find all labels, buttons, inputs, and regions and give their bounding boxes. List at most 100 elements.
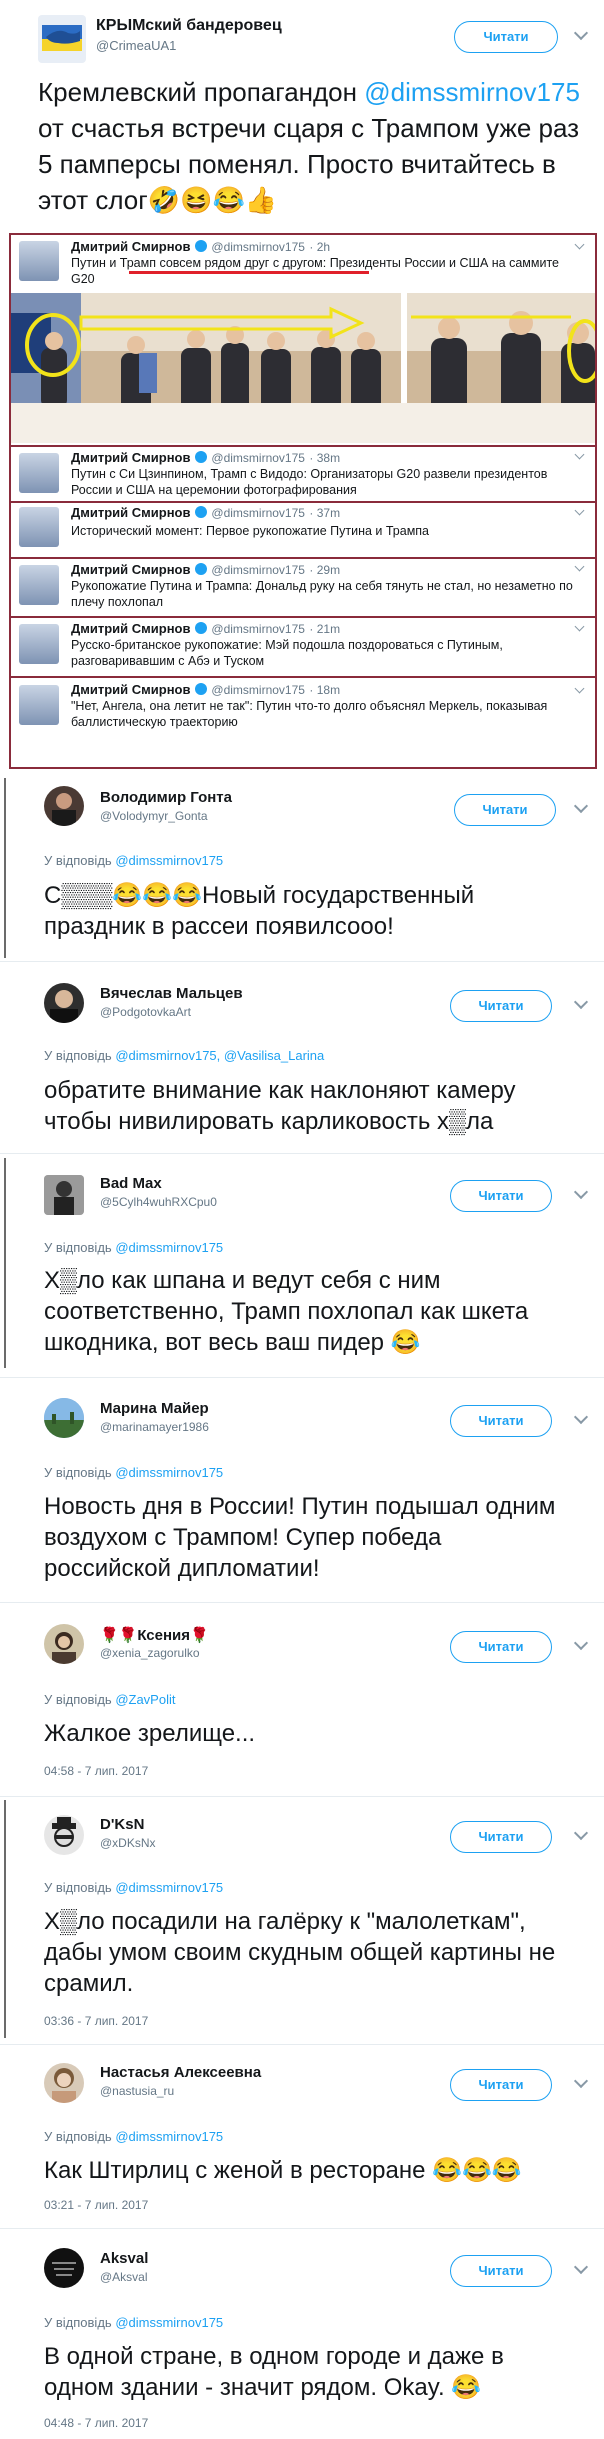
chevron-down-icon bbox=[574, 239, 585, 250]
verified-icon bbox=[194, 451, 207, 463]
follow-button[interactable]: Читати bbox=[454, 794, 556, 826]
reply-text: С▒▒▒😂😂😂Новый государственный праздник в … bbox=[44, 880, 564, 942]
author-handle: @dimsmirnov175 bbox=[211, 683, 305, 697]
embedded-tweet-text: "Нет, Ангела, она летит не так": Путин ч… bbox=[71, 699, 548, 729]
reply-text: В одной стране, в одном городе и даже в … bbox=[44, 2343, 504, 2401]
chevron-down-icon bbox=[574, 505, 585, 516]
follow-button[interactable]: Читати bbox=[450, 1180, 552, 1212]
divider bbox=[11, 616, 595, 618]
divider bbox=[0, 1602, 604, 1603]
verified-icon bbox=[194, 563, 207, 575]
author-handle[interactable]: @5Cylh4wuhRXCpu0 bbox=[100, 1195, 217, 1209]
author-name[interactable]: Вячеслав Мальцев bbox=[100, 985, 243, 1002]
reply-prefix: У відповідь bbox=[44, 853, 112, 868]
follow-button[interactable]: Читати bbox=[450, 990, 552, 1022]
follow-button[interactable]: Читати bbox=[450, 1405, 552, 1437]
tweet-text-part: от счастья встречи сцаря с Трампом уже р… bbox=[38, 113, 580, 215]
avatar[interactable] bbox=[44, 786, 84, 826]
author-handle[interactable]: @Volodymyr_Gonta bbox=[100, 809, 208, 823]
reply-context: У відповідь @dimsmirnov175, @Vasilisa_La… bbox=[44, 1048, 324, 1063]
author-name[interactable]: Bad Max bbox=[100, 1175, 162, 1192]
avatar bbox=[19, 507, 59, 547]
reply-text-body: С▒▒▒😂😂😂Новый государственный праздник в … bbox=[44, 882, 475, 940]
avatar[interactable] bbox=[38, 15, 86, 63]
timestamp: · 29m bbox=[309, 563, 341, 577]
avatar[interactable] bbox=[44, 1398, 84, 1438]
chevron-down-icon[interactable] bbox=[573, 1409, 589, 1425]
reply-prefix: У відповідь bbox=[44, 1240, 112, 1255]
chevron-down-icon[interactable] bbox=[573, 994, 589, 1010]
reply-mention-link[interactable]: @dimssmirnov175 bbox=[115, 853, 223, 868]
author-handle[interactable]: @Aksval bbox=[100, 2270, 148, 2284]
author-handle[interactable]: @CrimeaUA1 bbox=[96, 38, 176, 53]
embedded-screenshot: Дмитрий Смирнов @dimsmirnov175 · 2h Пути… bbox=[9, 233, 597, 769]
chevron-down-icon[interactable] bbox=[573, 2073, 589, 2089]
reply-mention-link[interactable]: @dimssmirnov175 bbox=[115, 2129, 223, 2144]
author-name: Дмитрий Смирнов bbox=[71, 682, 191, 697]
reply-mention-link[interactable]: @dimssmirnov175 bbox=[115, 1880, 223, 1895]
chevron-down-icon bbox=[574, 683, 585, 694]
reply-mention-link[interactable]: @ZavPolit bbox=[115, 1692, 175, 1707]
author-handle[interactable]: @marinamayer1986 bbox=[100, 1420, 209, 1434]
embedded-tweet-header: Дмитрий Смирнов @dimsmirnov175 · 2h bbox=[71, 238, 330, 256]
author-handle: @dimsmirnov175 bbox=[211, 622, 305, 636]
reply-mention-link[interactable]: @dimssmirnov175 bbox=[115, 1465, 223, 1480]
timestamp[interactable]: 04:48 - 7 лип. 2017 bbox=[44, 2416, 148, 2430]
author-name[interactable]: Марина Майер bbox=[100, 1400, 209, 1417]
red-underline bbox=[129, 271, 369, 274]
follow-button[interactable]: Читати bbox=[454, 21, 558, 53]
embedded-tweet-text: Рукопожатие Путина и Трампа: Дональд рук… bbox=[71, 579, 573, 609]
author-name[interactable]: 🌹🌹Ксения🌹 bbox=[100, 1626, 209, 1644]
author-name[interactable]: D'KsN bbox=[100, 1816, 144, 1833]
follow-button[interactable]: Читати bbox=[450, 2255, 552, 2287]
avatar bbox=[19, 241, 59, 281]
reply-context: У відповідь @ZavPolit bbox=[44, 1692, 175, 1707]
chevron-down-icon[interactable] bbox=[573, 1635, 589, 1651]
avatar[interactable] bbox=[44, 2063, 84, 2103]
author-name[interactable]: Aksval bbox=[100, 2250, 148, 2267]
chevron-down-icon[interactable] bbox=[573, 1184, 589, 1200]
author-handle[interactable]: @xDKsNx bbox=[100, 1836, 156, 1850]
author-name[interactable]: Володимир Гонта bbox=[100, 789, 232, 806]
author-name[interactable]: Настасья Алексеевна bbox=[100, 2064, 261, 2081]
timestamp[interactable]: 03:36 - 7 лип. 2017 bbox=[44, 2014, 148, 2028]
reply-text: Х▒ло как шпана и ведут себя с ним соотве… bbox=[44, 1267, 529, 1356]
timestamp[interactable]: 04:58 - 7 лип. 2017 bbox=[44, 1764, 148, 1778]
author-name[interactable]: КРЫМский бандеровец bbox=[96, 17, 282, 35]
divider bbox=[11, 445, 595, 447]
avatar[interactable] bbox=[44, 983, 84, 1023]
chevron-down-icon bbox=[574, 449, 585, 460]
reply-mention-link[interactable]: @dimssmirnov175 bbox=[115, 1240, 223, 1255]
author-handle: @dimsmirnov175 bbox=[211, 563, 305, 577]
author-handle[interactable]: @xenia_zagorulko bbox=[100, 1646, 200, 1660]
avatar[interactable] bbox=[44, 1624, 84, 1664]
avatar bbox=[19, 565, 59, 605]
embedded-tweet-header: Дмитрий Смирнов @dimsmirnov175 · 21m bbox=[71, 620, 340, 638]
avatar-image bbox=[50, 990, 78, 1023]
reply-mention-link[interactable]: @dimssmirnov175 bbox=[115, 2315, 223, 2330]
author-name: Дмитрий Смирнов bbox=[71, 450, 191, 465]
verified-icon bbox=[194, 622, 207, 634]
reply-text: Х▒ло посадили на галёрку к "малолеткам",… bbox=[44, 1908, 556, 1997]
author-handle[interactable]: @PodgotovkaArt bbox=[100, 1005, 191, 1019]
reply-mention-link[interactable]: @dimsmirnov175, @Vasilisa_Larina bbox=[115, 1048, 324, 1063]
chevron-down-icon[interactable] bbox=[573, 2259, 589, 2275]
author-handle: @dimsmirnov175 bbox=[211, 506, 305, 520]
thread-line bbox=[4, 778, 6, 958]
chevron-down-icon[interactable] bbox=[573, 1825, 589, 1841]
reply-prefix: У відповідь bbox=[44, 1692, 112, 1707]
timestamp: · 18m bbox=[309, 683, 341, 697]
chevron-down-icon[interactable] bbox=[573, 798, 589, 814]
timestamp[interactable]: 03:21 - 7 лип. 2017 bbox=[44, 2198, 148, 2212]
follow-button[interactable]: Читати bbox=[450, 2069, 552, 2101]
follow-button[interactable]: Читати bbox=[450, 1821, 552, 1853]
verified-icon bbox=[194, 683, 207, 695]
mention-link[interactable]: @dimssmirnov175 bbox=[364, 77, 580, 107]
avatar[interactable] bbox=[44, 1175, 84, 1215]
chevron-down-icon[interactable] bbox=[573, 25, 589, 41]
author-name: Дмитрий Смирнов bbox=[71, 505, 191, 520]
author-handle[interactable]: @nastusia_ru bbox=[100, 2084, 174, 2098]
avatar[interactable] bbox=[44, 2248, 84, 2288]
follow-button[interactable]: Читати bbox=[450, 1631, 552, 1663]
avatar[interactable] bbox=[44, 1815, 84, 1855]
